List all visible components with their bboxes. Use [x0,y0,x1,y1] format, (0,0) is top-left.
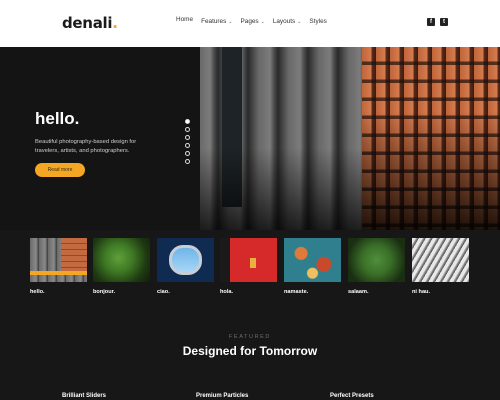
slider-dot[interactable] [185,151,190,156]
logo-text: denali [62,14,113,32]
nav-label: Pages [240,18,259,25]
slider-dot[interactable] [185,119,190,124]
thumbnail-bonjour[interactable] [93,238,150,282]
feature-premium-particles: Premium Particles [196,393,249,399]
thumbnail-hello[interactable] [30,238,87,282]
thumbnail-hola[interactable] [220,238,277,282]
slider-dots [185,119,190,164]
nav-label: Layouts [272,18,296,25]
featured-title: Designed for Tomorrow [182,344,318,358]
hero-image-orange-building [362,47,500,230]
read-more-button[interactable]: Read more [35,163,85,177]
slider-dot[interactable] [185,143,190,148]
nav-label: Home [176,16,194,23]
thumbnail-ciao[interactable] [157,238,214,282]
airplane-window [169,245,202,275]
site-header: denali. Home Features ⌄ Pages ⌄ Layouts ⌄ S… [0,0,500,47]
chevron-down-icon: ⌄ [260,18,265,25]
nav-label: Styles [309,18,327,25]
thumbnail-caption: ciao. [157,289,170,295]
twitter-icon[interactable]: t [440,18,448,26]
thumbnail-ni-hau[interactable] [412,238,469,282]
feature-brilliant-sliders: Brilliant Sliders [62,393,107,399]
thumbnail-namaste[interactable] [284,238,341,282]
thumbnail-caption: bonjour. [93,289,116,295]
logo[interactable]: denali. [62,14,118,32]
slider-dot[interactable] [185,159,190,164]
nav-item-home[interactable]: Home [176,16,193,23]
thumbnail-caption: hola. [220,289,234,295]
nav-label: Features [201,18,227,25]
feature-perfect-presets: Perfect Presets [330,393,374,399]
chevron-down-icon: ⌄ [297,18,302,25]
active-thumbnail-bar [30,271,87,275]
nav-item-features[interactable]: Features ⌄ [201,18,232,25]
thumbnail-image-part [61,238,87,271]
thumbnail-image-part [220,238,230,282]
logo-dot: . [112,14,118,32]
nav-item-layouts[interactable]: Layouts ⌄ [273,18,302,25]
hero-slider: hello. Beautiful photography-based desig… [0,47,500,230]
chevron-down-icon: ⌄ [228,18,233,25]
thumbnail-caption: namaste. [284,289,309,295]
thumbnail-salaam[interactable] [348,238,405,282]
hero-description: Beautiful photography-based design for t… [35,139,137,154]
hero-image-gray-building [200,47,362,230]
slider-dot[interactable] [185,135,190,140]
thumbnail-caption: salaam. [348,289,369,295]
thumbnail-caption: hello. [30,289,45,295]
hero-title: hello. [35,109,80,128]
main-nav: Home Features ⌄ Pages ⌄ Layouts ⌄ Styles [176,16,327,25]
slider-dot[interactable] [185,127,190,132]
featured-kicker: FEATURED [228,334,272,340]
nav-item-pages[interactable]: Pages ⌄ [241,18,265,25]
nav-item-styles[interactable]: Styles [309,18,326,25]
facebook-icon[interactable]: f [427,18,435,26]
thumbnail-caption: ni hau. [412,289,431,295]
mailbox-slot [250,258,256,268]
social-links: f t [427,18,448,26]
